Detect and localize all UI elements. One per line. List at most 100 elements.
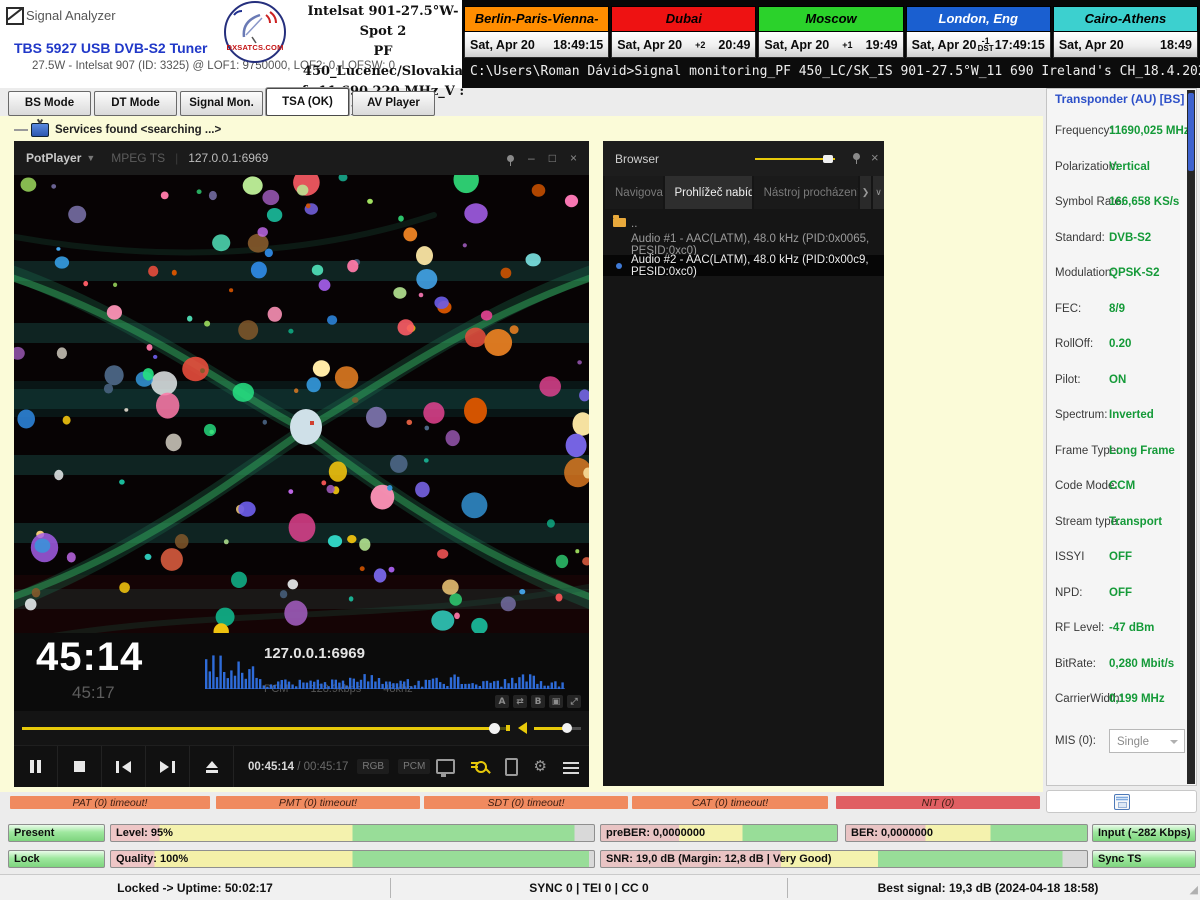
video-display[interactable] <box>14 175 589 633</box>
browser-titlebar[interactable]: Browser × <box>603 141 884 176</box>
close-icon[interactable]: × <box>871 150 879 165</box>
nav-next-icon[interactable]: ❯ <box>860 176 871 209</box>
seek-bar[interactable] <box>22 727 509 730</box>
tp-label: NPD: <box>1055 587 1082 599</box>
gear-icon[interactable]: ⚙ <box>534 759 547 774</box>
list-item[interactable]: Audio #2 - AAC(LATM), 48.0 kHz (PID:0x00… <box>603 255 884 276</box>
tuner-name: TBS 5927 USB DVB-S2 Tuner <box>14 40 207 56</box>
mis-select[interactable]: Single <box>1109 729 1185 753</box>
tp-value: QPSK-S2 <box>1109 267 1160 279</box>
search-icon[interactable] <box>471 760 489 774</box>
clock-offset: +1 <box>829 41 865 49</box>
pin-icon[interactable] <box>853 153 860 160</box>
tp-value: -47 dBm <box>1109 622 1154 634</box>
best-signal: Best signal: 19,3 dB (2024-04-18 18:58) <box>788 875 1188 900</box>
expand-icon[interactable]: ⤢ <box>567 695 581 708</box>
maximize-button[interactable]: □ <box>549 152 556 164</box>
tp-value: Long Frame <box>1109 445 1175 457</box>
eject-button[interactable] <box>190 746 234 787</box>
scrollbar[interactable] <box>1187 90 1195 784</box>
console-prompt: C:\Users\Roman Dávid>Signal monitoring_P… <box>462 58 1200 88</box>
scrollbar-thumb[interactable] <box>1188 93 1194 171</box>
chevron-down-icon: ▼ <box>86 153 95 163</box>
repeat-icon[interactable]: ▣ <box>549 695 563 708</box>
potplayer-menu[interactable]: PotPlayer <box>26 151 81 165</box>
monitoring-banner: Intelsat 901-27.5°W-Spot 2 PF 450_Lucene… <box>300 2 466 86</box>
logo-text: DXSATCS.COM <box>226 43 284 52</box>
transponder-row: Standard:DVB-S2 <box>1047 222 1196 258</box>
transponder-row: Symbol Rate:166,658 KS/s <box>1047 186 1196 222</box>
volume-slider[interactable] <box>534 727 581 730</box>
clock-city: Dubai <box>611 6 756 32</box>
banner-line-1: Intelsat 901-27.5°W-Spot 2 <box>300 2 466 42</box>
ts-record-button[interactable] <box>1046 790 1197 813</box>
volume-handle[interactable] <box>562 723 572 733</box>
transponder-row: Frame Type:Long Frame <box>1047 435 1196 471</box>
menu-icon[interactable] <box>563 762 579 764</box>
tp-value: 0,199 MHz <box>1109 693 1165 705</box>
psi-nit: NIT (0) <box>836 796 1040 809</box>
next-button[interactable] <box>146 746 190 787</box>
tp-value: Vertical <box>1109 161 1150 173</box>
tp-value: DVB-S2 <box>1109 232 1151 244</box>
stop-button[interactable] <box>58 746 102 787</box>
disk-icon <box>1114 794 1130 810</box>
header-right: Berlin-Paris-Vienna-RomaSat, Apr 2018:49… <box>462 0 1200 88</box>
close-button[interactable]: × <box>570 152 577 164</box>
transponder-row: Modulation:QPSK-S2 <box>1047 257 1196 293</box>
tab-bs-mode[interactable]: BS Mode <box>8 91 91 116</box>
resize-grip[interactable]: ◢ <box>1190 883 1198 896</box>
previous-button[interactable] <box>102 746 146 787</box>
device-icon[interactable] <box>505 758 518 776</box>
potplayer-titlebar[interactable]: PotPlayer ▼ MPEG TS | 127.0.0.1:6969 – □… <box>14 141 589 175</box>
marker-a-button[interactable]: A <box>495 695 509 708</box>
nav-down-icon[interactable]: ∨ <box>873 176 884 209</box>
clock-3: MoscowSat, Apr 20+119:49 <box>758 6 903 58</box>
marker-b-button[interactable]: B <box>531 695 545 708</box>
clock-date: Sat, Apr 20 <box>1059 38 1124 52</box>
services-status: Services found <searching ...> <box>14 122 221 138</box>
opacity-slider[interactable] <box>755 158 835 160</box>
tp-value: 8/9 <box>1109 303 1125 315</box>
transponder-row: Polarization:Vertical <box>1047 151 1196 187</box>
tp-value: OFF <box>1109 551 1132 563</box>
level-bar: Level: 95% <box>110 824 595 842</box>
tp-value: CCM <box>1109 480 1135 492</box>
window-title: Signal Analyzer <box>26 8 116 23</box>
list-item[interactable]: .. <box>603 213 884 234</box>
clock-offset: -1DST <box>976 37 994 53</box>
screencast-icon[interactable] <box>436 759 455 774</box>
browser-tab-2[interactable]: Prohlížeč nabídky <box>665 176 752 209</box>
tab-signal-mon-[interactable]: Signal Mon. <box>180 91 263 116</box>
transponder-row: CarrierWidth:0,199 MHz <box>1047 683 1196 719</box>
clock-date: Sat, Apr 20 <box>912 38 977 52</box>
tab-av-player[interactable]: AV Player <box>352 91 435 116</box>
transponder-title: Transponder (AU) [BS] <box>1055 92 1184 106</box>
stream-format: MPEG TS <box>111 151 165 165</box>
clock-2: DubaiSat, Apr 20+220:49 <box>611 6 756 58</box>
transponder-row: Frequency:11690,025 MHz <box>1047 115 1196 151</box>
pin-icon[interactable] <box>507 155 514 162</box>
tp-label: Frequency: <box>1055 125 1113 137</box>
tab-dt-mode[interactable]: DT Mode <box>94 91 177 116</box>
clock-1: Berlin-Paris-Vienna-RomaSat, Apr 2018:49… <box>464 6 609 58</box>
clock-city: Moscow <box>758 6 903 32</box>
volume-icon[interactable] <box>518 722 527 734</box>
pause-button[interactable] <box>14 746 58 787</box>
transponder-row: FEC:8/9 <box>1047 293 1196 329</box>
browser-tab-1[interactable]: Navigovat <box>605 176 663 209</box>
browser-tab-3[interactable]: Nástroj procházení tit.. <box>754 176 858 209</box>
tp-value: Transport <box>1109 516 1162 528</box>
list-item[interactable]: Audio #1 - AAC(LATM), 48.0 kHz (PID:0x00… <box>603 234 884 255</box>
seek-handle[interactable] <box>489 723 500 734</box>
app-icon <box>6 7 24 25</box>
preber-bar: preBER: 0,0000000 <box>600 824 838 842</box>
shuffle-icon[interactable]: ⇄ <box>513 695 527 708</box>
transponder-row: ISSYIOFF <box>1047 541 1196 577</box>
opacity-handle[interactable] <box>823 155 833 163</box>
clock-time: 19:49 <box>866 38 898 52</box>
player-controls: 00:45:14 / 00:45:17 RGB PCM ⚙ <box>14 745 589 787</box>
minimize-button[interactable]: – <box>528 152 535 164</box>
tab-tsa-ok-[interactable]: TSA (OK) <box>266 88 349 116</box>
sync-ts-indicator: Sync TS <box>1092 850 1196 868</box>
